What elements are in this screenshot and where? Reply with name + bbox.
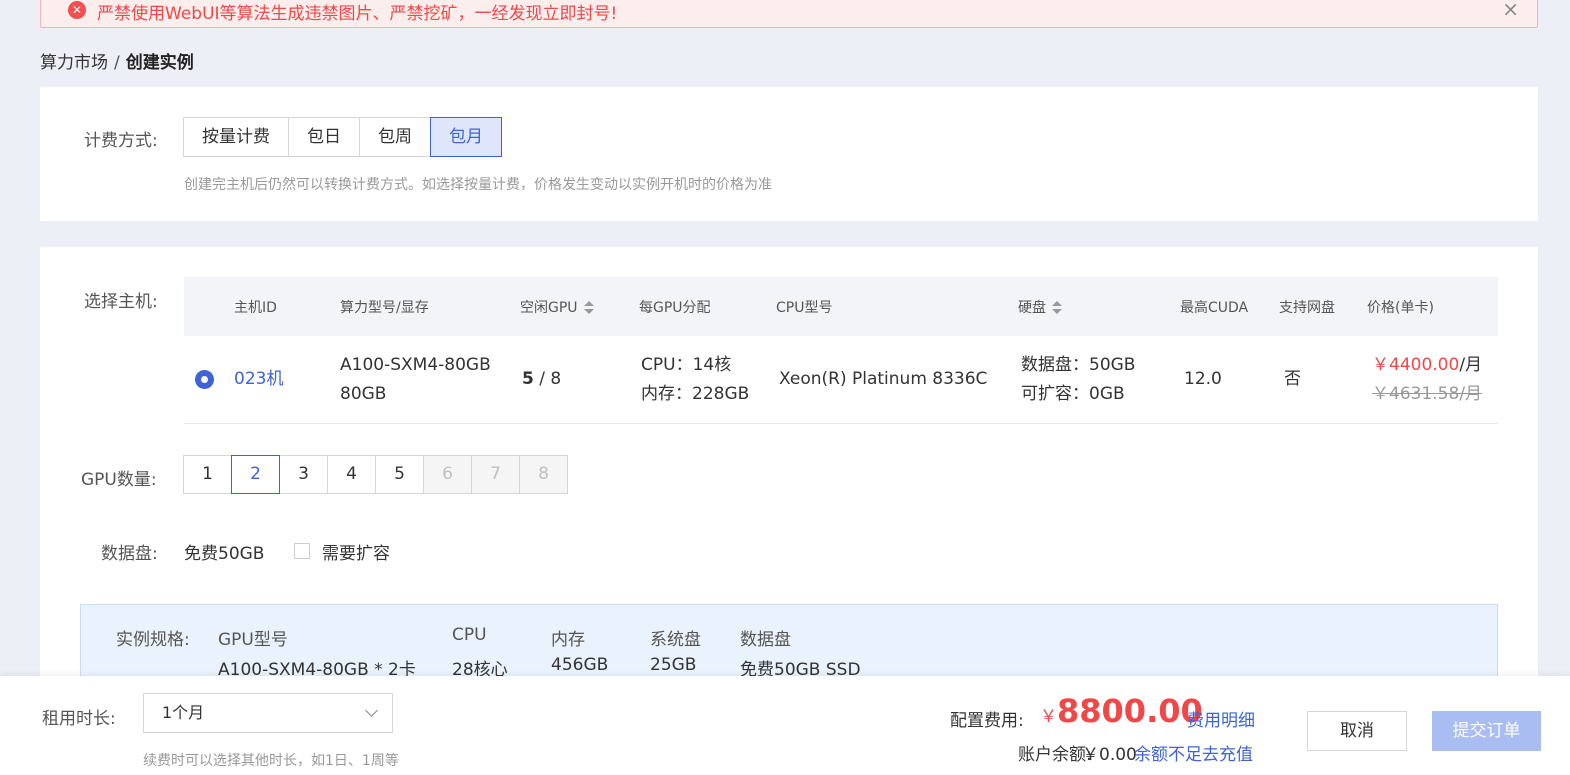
host-cuda: 12.0	[1184, 369, 1222, 389]
col-idle-gpu[interactable]: 空闲GPU	[520, 297, 594, 317]
breadcrumb-separator: /	[114, 53, 120, 73]
billing-option-weekly[interactable]: 包周	[359, 117, 431, 157]
col-disk-label: 硬盘	[1018, 300, 1046, 316]
warning-alert: ✕ 严禁使用WebUI等算法生成违禁图片、严禁挖矿，一经发现立即封号! ×	[40, 0, 1538, 28]
recharge-link[interactable]: 余额不足去充值	[1134, 740, 1253, 765]
fee-detail-link[interactable]: 费用明细	[1187, 706, 1255, 731]
gpu-count-6: 6	[423, 455, 472, 494]
gpu-count-1[interactable]: 1	[183, 455, 232, 494]
price-current: ￥4400.00/月	[1372, 351, 1482, 380]
billing-options: 按量计费 包日 包周 包月	[183, 117, 502, 157]
close-icon[interactable]: ×	[1502, 0, 1519, 19]
gpu-count-8: 8	[519, 455, 568, 494]
billing-option-monthly[interactable]: 包月	[430, 117, 502, 157]
host-vram: 80GB	[340, 384, 387, 404]
billing-card: 计费方式: 按量计费 包日 包周 包月 创建完主机后仍然可以转换计费方式。如选择…	[40, 87, 1538, 221]
table-header: 主机ID 算力型号/显存 空闲GPU 每GPU分配 CPU型号 硬盘 最高CUD…	[184, 277, 1498, 336]
spec-system-disk: 25GB	[650, 655, 697, 675]
fee-currency: ￥	[1040, 707, 1057, 727]
expandable-size: 可扩容：0GB	[1021, 384, 1125, 404]
spec-memory: 456GB	[551, 655, 609, 675]
host-disk-cell: 数据盘：50GB 可扩容：0GB	[1021, 351, 1135, 409]
col-idle-gpu-label: 空闲GPU	[520, 300, 578, 316]
data-disk-free: 免费50GB	[184, 544, 265, 564]
idle-separator: /	[533, 369, 551, 389]
cancel-button[interactable]: 取消	[1307, 711, 1407, 751]
breadcrumb-parent[interactable]: 算力市场	[40, 53, 108, 73]
host-model: A100-SXM4-80GB	[340, 355, 491, 375]
host-idle-gpu: 5 / 8	[522, 365, 561, 394]
alert-message: 严禁使用WebUI等算法生成违禁图片、严禁挖矿，一经发现立即封号!	[97, 4, 618, 24]
col-per-gpu: 每GPU分配	[639, 300, 711, 316]
data-disk-size: 数据盘：50GB	[1021, 355, 1136, 375]
gpu-count-2[interactable]: 2	[231, 455, 280, 494]
data-disk-label: 数据盘:	[101, 544, 158, 564]
fee-total: ￥8800.00	[1040, 692, 1203, 730]
expand-checkbox-label[interactable]: 需要扩容	[322, 539, 390, 564]
duration-hint: 续费时可以选择其他时长，如1日、1周等	[143, 753, 399, 769]
error-icon: ✕	[68, 1, 86, 19]
host-table: 主机ID 算力型号/显存 空闲GPU 每GPU分配 CPU型号 硬盘 最高CUD…	[184, 277, 1498, 424]
cpu-allocation: CPU：14核	[641, 355, 732, 375]
gpu-count-label: GPU数量:	[81, 470, 157, 490]
col-price: 价格(单卡)	[1367, 300, 1434, 316]
host-price-cell: ￥4400.00/月 ￥4631.58/月	[1372, 351, 1482, 409]
spec-header-gpu: GPU型号	[218, 630, 288, 650]
price-unit: /月	[1459, 355, 1483, 375]
col-disk[interactable]: 硬盘	[1018, 297, 1062, 317]
gpu-count-7: 7	[471, 455, 520, 494]
sort-icon[interactable]	[1052, 301, 1062, 315]
col-model: 算力型号/显存	[340, 300, 429, 316]
total-count: 8	[550, 369, 562, 389]
col-cuda: 最高CUDA	[1180, 300, 1249, 316]
duration-value: 1个月	[162, 703, 205, 722]
page-title: 创建实例	[125, 53, 194, 73]
memory-allocation: 内存：228GB	[641, 384, 750, 404]
col-cpu-model: CPU型号	[776, 300, 833, 316]
host-label: 选择主机:	[84, 292, 158, 312]
host-cpu-model: Xeon(R) Platinum 8336C	[779, 369, 988, 389]
duration-label: 租用时长:	[42, 709, 116, 729]
price-now: ￥4400.00	[1372, 355, 1460, 375]
billing-option-pay-as-you-go[interactable]: 按量计费	[183, 117, 289, 157]
spec-label: 实例规格:	[116, 630, 190, 650]
col-host-id: 主机ID	[234, 300, 277, 316]
billing-option-daily[interactable]: 包日	[288, 117, 360, 157]
host-card: 选择主机: 主机ID 算力型号/显存 空闲GPU 每GPU分配 CPU型号 硬盘…	[40, 247, 1538, 694]
gpu-count-4[interactable]: 4	[327, 455, 376, 494]
sort-icon[interactable]	[583, 301, 594, 315]
col-netdisk: 支持网盘	[1279, 300, 1335, 316]
gpu-count-5[interactable]: 5	[375, 455, 424, 494]
idle-count: 5	[522, 369, 534, 389]
host-radio[interactable]	[195, 370, 214, 389]
spec-header-data-disk: 数据盘	[740, 630, 791, 650]
order-bar: 租用时长: 1个月 续费时可以选择其他时长，如1日、1周等 配置费用: ￥880…	[0, 676, 1570, 775]
host-allocation-cell: CPU：14核 内存：228GB	[641, 351, 749, 409]
fee-amount: 8800.00	[1057, 692, 1203, 730]
gpu-count-selector: 1 2 3 4 5 6 7 8	[183, 455, 568, 494]
duration-select[interactable]: 1个月	[143, 693, 393, 733]
host-model-cell: A100-SXM4-80GB 80GB	[340, 351, 491, 409]
expand-checkbox[interactable]	[294, 543, 310, 559]
spec-header-memory: 内存	[551, 630, 585, 650]
balance-label: 账户余额:	[1018, 745, 1092, 765]
submit-order-button[interactable]: 提交订单	[1432, 711, 1541, 751]
host-netdisk: 否	[1284, 369, 1301, 389]
spec-header-system-disk: 系统盘	[650, 630, 701, 650]
spec-header-cpu: CPU	[452, 625, 487, 645]
host-id[interactable]: 023机	[234, 365, 283, 394]
fee-label: 配置费用:	[950, 711, 1024, 731]
billing-hint: 创建完主机后仍然可以转换计费方式。如选择按量计费，价格发生变动以实例开机时的价格…	[184, 177, 772, 193]
gpu-count-3[interactable]: 3	[279, 455, 328, 494]
balance-value: ￥0.00	[1082, 745, 1137, 765]
price-original: ￥4631.58/月	[1372, 384, 1483, 404]
billing-label: 计费方式:	[84, 131, 158, 151]
chevron-down-icon	[365, 704, 378, 717]
table-row[interactable]: 023机 A100-SXM4-80GB 80GB 5 / 8 CPU：14核 内…	[184, 336, 1498, 424]
breadcrumb: 算力市场 / 创建实例	[40, 48, 194, 73]
